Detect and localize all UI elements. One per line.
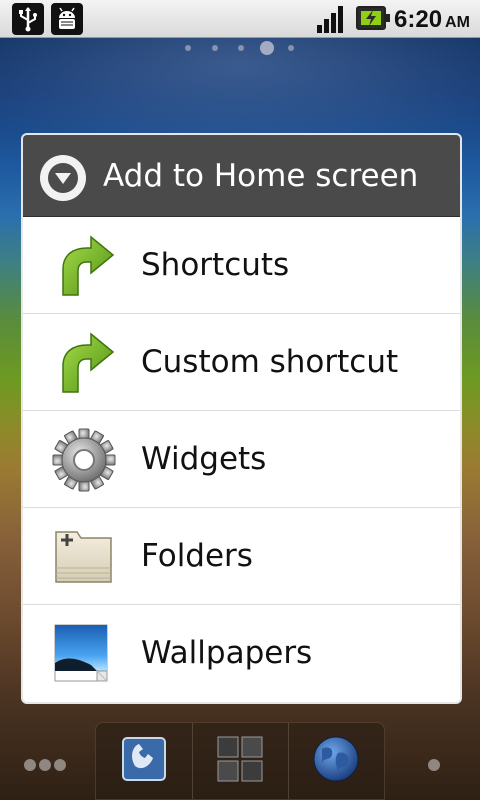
home-dock — [95, 722, 385, 800]
status-clock: 6:20 AM — [394, 6, 470, 33]
menu-item-label: Shortcuts — [141, 247, 290, 283]
folder-add-icon — [55, 531, 112, 583]
signal-icon — [317, 6, 343, 33]
gear-icon — [52, 428, 116, 492]
menu-item-widgets[interactable]: Widgets — [23, 411, 460, 508]
previous-screens-indicator[interactable] — [24, 756, 69, 771]
browser-globe-icon[interactable] — [312, 735, 360, 783]
menu-item-label: Custom shortcut — [141, 344, 399, 380]
menu-item-shortcuts[interactable]: Shortcuts — [23, 217, 460, 314]
clock-ampm: AM — [445, 14, 470, 31]
add-to-home-dialog: Add to Home screen Shortcuts Custom shor… — [21, 133, 462, 704]
page-dot — [288, 45, 294, 51]
battery-charging-icon — [356, 6, 390, 30]
menu-item-label: Wallpapers — [141, 635, 313, 671]
page-dot — [238, 45, 244, 51]
add-options-list: Shortcuts Custom shortcut Widgets Folder… — [23, 217, 460, 702]
dialog-title: Add to Home screen — [103, 158, 419, 194]
menu-item-custom-shortcut[interactable]: Custom shortcut — [23, 314, 460, 411]
home-page-indicator — [180, 40, 300, 56]
clock-time: 6:20 — [394, 6, 443, 33]
menu-item-label: Folders — [141, 538, 253, 574]
green-arrow-icon — [62, 332, 115, 393]
debug-android-icon — [51, 3, 83, 35]
green-arrow-icon — [62, 235, 115, 296]
phone-icon[interactable] — [120, 735, 168, 783]
next-screens-indicator[interactable] — [428, 756, 443, 771]
page-dot-active — [260, 41, 274, 55]
app-drawer-icon[interactable] — [216, 735, 264, 783]
menu-item-label: Widgets — [141, 441, 267, 477]
chevron-down-circle-icon — [40, 155, 86, 201]
status-bar: 6:20 AM — [0, 0, 480, 38]
menu-item-folders[interactable]: Folders — [23, 508, 460, 605]
wallpaper-picture-icon — [54, 624, 108, 682]
menu-item-wallpapers[interactable]: Wallpapers — [23, 605, 460, 702]
usb-icon — [12, 3, 44, 35]
dialog-header: Add to Home screen — [23, 135, 460, 217]
page-dot — [185, 45, 191, 51]
page-dot — [212, 45, 218, 51]
